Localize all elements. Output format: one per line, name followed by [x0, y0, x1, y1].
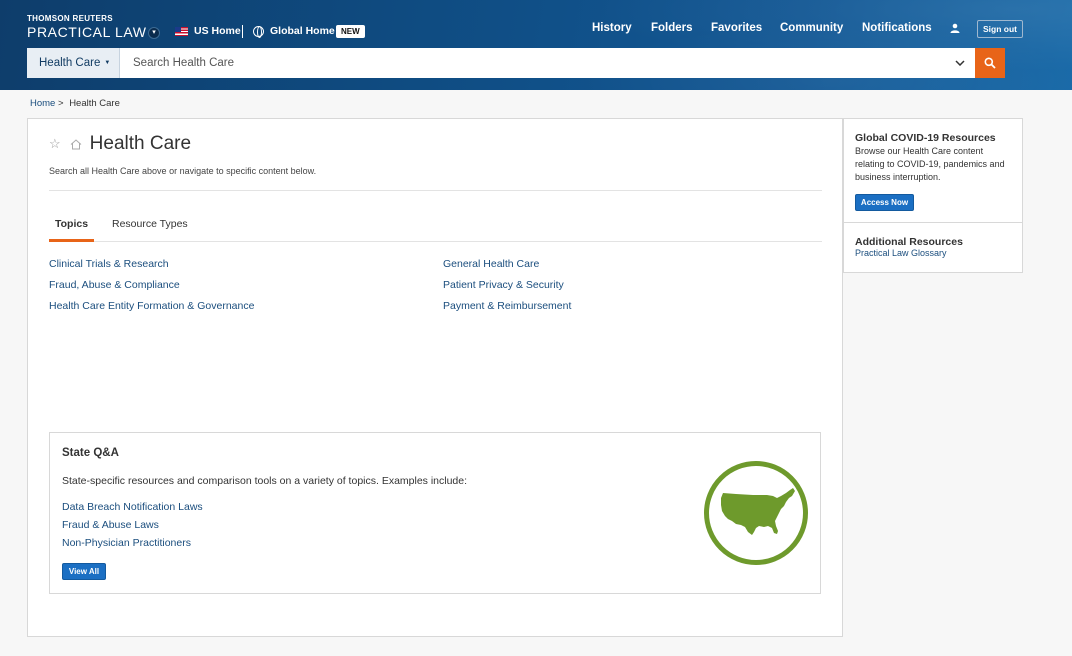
divider [844, 222, 1022, 223]
search-scope-label: Health Care [39, 57, 101, 69]
caret-down-icon: ▼ [104, 60, 111, 66]
topic-link[interactable]: Health Care Entity Formation & Governanc… [49, 300, 254, 312]
additional-resources-title: Additional Resources [855, 236, 963, 248]
topic-link[interactable]: Payment & Reimbursement [443, 300, 571, 312]
sign-out-button[interactable]: Sign out [977, 20, 1023, 38]
nav-notifications[interactable]: Notifications [862, 22, 932, 34]
tabs-divider [49, 241, 822, 242]
global-home-link[interactable]: Global Home [253, 25, 335, 38]
state-qa-link[interactable]: Non-Physician Practitioners [62, 537, 191, 549]
us-home-link[interactable]: US Home [175, 25, 241, 37]
search-input[interactable] [120, 48, 945, 78]
new-badge: NEW [336, 25, 365, 38]
user-icon[interactable] [950, 23, 960, 33]
breadcrumb-current: Health Care [69, 98, 120, 109]
nav-community[interactable]: Community [780, 22, 843, 34]
active-tab-indicator [49, 239, 94, 242]
chevron-down-icon[interactable]: ▾ [148, 27, 160, 39]
tab-topics[interactable]: Topics [55, 218, 88, 230]
brand-logo[interactable]: PRACTICAL LAW [27, 24, 147, 40]
divider [242, 25, 243, 38]
breadcrumb-home-link[interactable]: Home [30, 98, 55, 109]
state-qa-link[interactable]: Data Breach Notification Laws [62, 501, 203, 513]
breadcrumb-separator: > [57, 98, 64, 109]
state-qa-link[interactable]: Fraud & Abuse Laws [62, 519, 159, 531]
glossary-link[interactable]: Practical Law Glossary [855, 248, 947, 258]
globe-icon [253, 25, 264, 38]
site-header: THOMSON REUTERS PRACTICAL LAW ▾ US Home … [0, 0, 1072, 90]
covid-resources-text: Browse our Health Care content relating … [855, 146, 1005, 182]
search-icon [984, 57, 996, 69]
search-scope-dropdown[interactable]: Health Care ▼ [27, 48, 120, 78]
page-subtitle: Search all Health Care above or navigate… [49, 166, 317, 176]
state-qa-description: State-specific resources and comparison … [62, 475, 468, 487]
topic-link[interactable]: General Health Care [443, 258, 539, 270]
us-home-label: US Home [194, 25, 241, 37]
star-icon[interactable]: ☆ [49, 136, 61, 152]
us-flag-icon [175, 26, 188, 36]
home-icon[interactable] [70, 138, 82, 150]
divider [49, 190, 822, 191]
brand-publisher: THOMSON REUTERS [27, 14, 113, 23]
state-qa-panel: State Q&A State-specific resources and c… [49, 432, 821, 594]
resources-sidebar: Global COVID-19 Resources Browse our Hea… [843, 118, 1023, 273]
search-bar: Health Care ▼ [27, 48, 1005, 78]
covid-resources-title: Global COVID-19 Resources [855, 132, 996, 144]
chevron-down-icon [955, 60, 965, 66]
view-all-button[interactable]: View All [62, 563, 106, 580]
nav-favorites[interactable]: Favorites [711, 22, 762, 34]
search-options-toggle[interactable] [945, 48, 975, 78]
access-now-button[interactable]: Access Now [855, 194, 914, 211]
topic-link[interactable]: Patient Privacy & Security [443, 279, 564, 291]
breadcrumb: Home > Health Care [30, 98, 120, 109]
topic-link[interactable]: Fraud, Abuse & Compliance [49, 279, 180, 291]
state-qa-title: State Q&A [62, 447, 119, 459]
page-title: Health Care [89, 133, 192, 154]
nav-history[interactable]: History [592, 22, 632, 34]
usa-map-icon [704, 461, 808, 565]
nav-folders[interactable]: Folders [651, 22, 693, 34]
main-content: ☆ Health Care Search all Health Care abo… [27, 118, 843, 637]
search-button[interactable] [975, 48, 1005, 78]
global-home-label: Global Home [270, 25, 335, 37]
topic-link[interactable]: Clinical Trials & Research [49, 258, 169, 270]
tab-resource-types[interactable]: Resource Types [112, 218, 188, 230]
page-title-row: ☆ Health Care [49, 133, 191, 155]
